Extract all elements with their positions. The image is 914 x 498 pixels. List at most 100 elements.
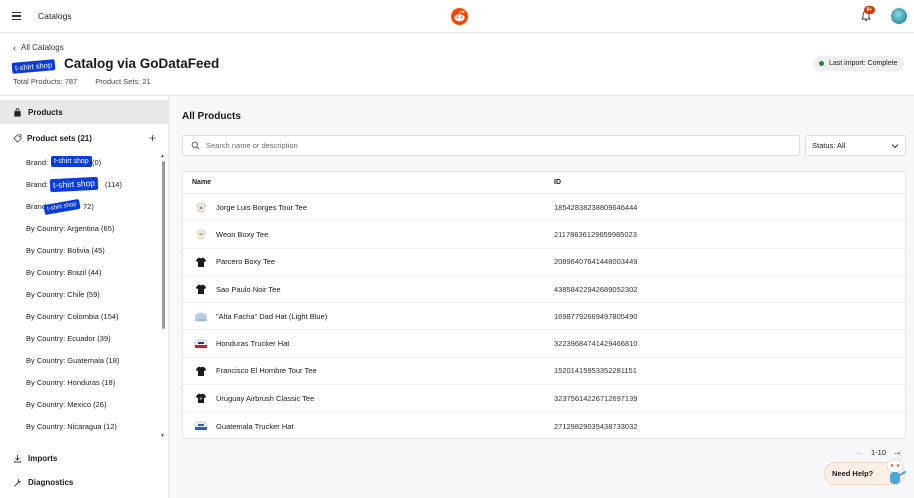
- product-set-count: (0): [92, 158, 102, 167]
- black-tee-icon: [194, 282, 208, 296]
- sidebar: Products Product sets (21) + Brand: t-sh…: [0, 96, 169, 498]
- top-bar: Catalogs 9+: [0, 0, 914, 33]
- table-row[interactable]: Uruguay Airbrush Classic Tee 32375614226…: [183, 385, 905, 413]
- product-name: "Alta Facha" Dad Hat (Light Blue): [216, 311, 328, 321]
- table-row[interactable]: Sao Paulo Noir Tee 43858422942689052302: [183, 276, 905, 304]
- shopping-bag-icon: [14, 107, 21, 117]
- add-product-set-button[interactable]: +: [149, 131, 156, 145]
- products-table: Name ID Jorge Luis Borges Tour Tee 18542…: [182, 171, 906, 439]
- product-set-item[interactable]: Brand: t-shirt shop (114): [26, 174, 156, 196]
- status-dot-icon: [819, 61, 824, 66]
- product-name: Francisco El Hombre Tour Tee: [216, 366, 317, 376]
- product-set-item[interactable]: Brand t-shirt shop 72): [26, 196, 156, 218]
- product-set-item[interactable]: Brand: t-shirt shop (0): [26, 152, 156, 174]
- product-name-cell: "Alta Facha" Dad Hat (Light Blue): [183, 309, 544, 323]
- page-title: Catalog via GoDataFeed: [64, 56, 220, 71]
- product-set-label: Brand:: [26, 158, 49, 167]
- table-row[interactable]: Guatemala Trucker Hat 271298290354387330…: [183, 412, 905, 438]
- product-set-item[interactable]: By Country: Ecuador (39): [26, 328, 156, 350]
- black-tee-icon: [194, 391, 208, 405]
- sidebar-item-diagnostics[interactable]: Diagnostics: [13, 478, 73, 487]
- sidebar-item-label: Diagnostics: [28, 478, 74, 487]
- table-header: Name ID: [183, 172, 905, 194]
- tag-icon: [13, 134, 22, 143]
- back-link-label: All Catalogs: [21, 43, 64, 52]
- product-sets-scrollbar[interactable]: ▲ ▼: [160, 153, 166, 441]
- product-sets-count: Product Sets: 21: [95, 77, 151, 86]
- product-name: Parcero Boxy Tee: [216, 257, 276, 267]
- product-name: Guatemala Trucker Hat: [216, 421, 294, 431]
- product-name-cell: Francisco El Hombre Tour Tee: [183, 364, 544, 378]
- chevron-down-icon: [891, 143, 899, 148]
- cream-tee-icon: [194, 227, 208, 241]
- product-name: Weon Boxy Tee: [216, 229, 269, 239]
- sidebar-item-imports[interactable]: Imports: [13, 454, 57, 463]
- black-tee-icon: [194, 255, 208, 269]
- product-id: 21178636129659985023: [554, 229, 637, 239]
- product-sets-list: Brand: t-shirt shop (0) Brand: t-shirt s…: [26, 152, 156, 437]
- product-id: 18542838238809646444: [554, 202, 638, 212]
- cream-tee-icon: [194, 200, 208, 214]
- search-box[interactable]: [182, 135, 800, 156]
- product-name: Uruguay Airbrush Classic Tee: [216, 393, 315, 403]
- product-set-item[interactable]: By Country: Mexico (26): [26, 394, 156, 416]
- back-to-catalogs-link[interactable]: ‹ All Catalogs: [13, 43, 64, 52]
- title-overlay-tag: t-shirt shop: [11, 59, 56, 74]
- sidebar-item-label: Imports: [28, 454, 58, 463]
- product-set-item[interactable]: By Country: Nicaragua (12): [26, 416, 156, 437]
- blue-trucker-hat-icon: [194, 419, 208, 433]
- product-id: 43858422942689052302: [554, 284, 638, 294]
- table-row[interactable]: Francisco El Hombre Tour Tee 15201415953…: [183, 358, 905, 386]
- sidebar-item-products[interactable]: Products: [0, 100, 168, 124]
- product-set-count: 72): [83, 202, 94, 211]
- user-avatar[interactable]: [891, 8, 907, 24]
- product-name-cell: Honduras Trucker Hat: [183, 337, 544, 351]
- scrollbar-thumb[interactable]: [162, 161, 165, 329]
- product-name-cell: Sao Paulo Noir Tee: [183, 282, 544, 296]
- table-row[interactable]: Weon Boxy Tee 21178636129659985023: [183, 221, 905, 249]
- product-set-item[interactable]: By Country: Brazil (44): [26, 262, 156, 284]
- import-status-text: Last import: Complete: [829, 60, 898, 67]
- blue-hat-icon: [194, 309, 208, 323]
- product-set-item[interactable]: By Country: Honduras (18): [26, 372, 156, 394]
- import-status-badge: Last import: Complete: [813, 56, 905, 71]
- table-row[interactable]: Parcero Boxy Tee 20896407641448003449: [183, 249, 905, 276]
- product-set-item[interactable]: By Country: Colombia (154): [26, 306, 156, 328]
- product-set-item[interactable]: By Country: Guatemala (18): [26, 350, 156, 372]
- product-id: 16987792669497805490: [554, 311, 638, 321]
- table-row[interactable]: Honduras Trucker Hat 3223968474142946681…: [183, 330, 905, 358]
- scroll-down-arrow-icon[interactable]: ▼: [160, 433, 165, 439]
- product-sets-header[interactable]: Product sets (21): [13, 134, 92, 143]
- product-id: 15201415953352281151: [554, 366, 637, 376]
- column-header-id[interactable]: ID: [544, 179, 561, 186]
- product-id: 27129829035438733032: [554, 421, 638, 431]
- product-name-cell: Uruguay Airbrush Classic Tee: [183, 391, 544, 405]
- product-name-cell: Weon Boxy Tee: [183, 227, 544, 241]
- search-input[interactable]: [206, 141, 766, 150]
- wrench-icon: [14, 478, 22, 487]
- product-set-item[interactable]: By Country: Chile (59): [26, 284, 156, 306]
- table-row[interactable]: Jorge Luis Borges Tour Tee 1854283823880…: [183, 194, 905, 222]
- scroll-up-arrow-icon[interactable]: ▲: [160, 153, 165, 159]
- product-id: 20896407641448003449: [554, 257, 638, 267]
- menu-icon[interactable]: [12, 12, 21, 20]
- column-header-name[interactable]: Name: [183, 179, 544, 186]
- table-row[interactable]: "Alta Facha" Dad Hat (Light Blue) 169877…: [183, 303, 905, 331]
- product-set-label: Brand:: [26, 180, 49, 189]
- product-name: Honduras Trucker Hat: [216, 339, 290, 349]
- product-name: Jorge Luis Borges Tour Tee: [216, 202, 308, 212]
- download-icon: [13, 454, 22, 463]
- product-set-item[interactable]: By Country: Bolivia (45): [26, 240, 156, 262]
- product-name: Sao Paulo Noir Tee: [216, 284, 281, 294]
- status-filter-dropdown[interactable]: Status: All: [805, 135, 906, 156]
- app-title: Catalogs: [38, 11, 72, 21]
- brand-tag: t-shirt shop: [43, 198, 81, 216]
- product-name-cell: Jorge Luis Borges Tour Tee: [183, 200, 544, 214]
- section-title: All Products: [182, 111, 241, 122]
- product-set-count: (114): [105, 180, 122, 189]
- main-content: All Products Status: All Name ID Jorge L…: [169, 96, 914, 498]
- previous-page-arrow-icon[interactable]: ←: [855, 447, 865, 458]
- reddit-logo-icon[interactable]: [451, 8, 468, 25]
- snoo-mascot-icon[interactable]: [879, 452, 907, 486]
- product-set-item[interactable]: By Country: Argentina (65): [26, 218, 156, 240]
